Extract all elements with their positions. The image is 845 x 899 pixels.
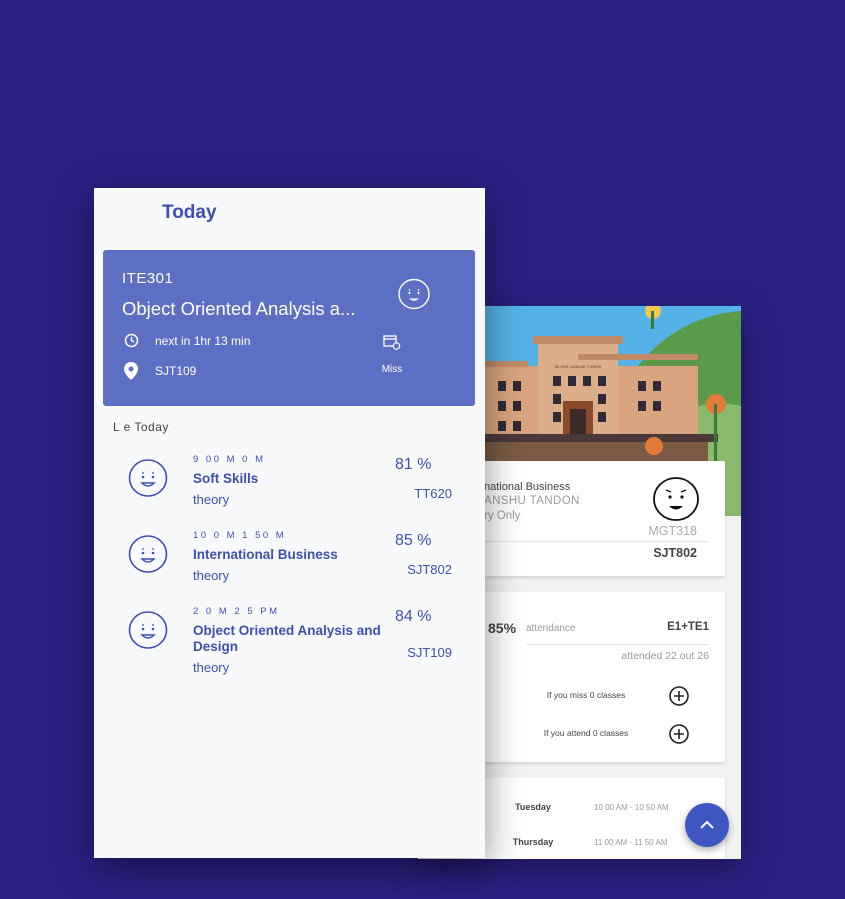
clock-icon: [124, 333, 138, 348]
current-class-card[interactable]: ITE301 Object Oriented Analysis a... nex…: [103, 250, 475, 406]
course-type: ry Only: [484, 510, 521, 522]
class-list-item[interactable]: 10 0 M 1 50 M International Business the…: [94, 530, 485, 600]
slot-label: E1+TE1: [667, 621, 709, 633]
course-faculty: ANSHU TANDON: [484, 495, 580, 507]
course-room: SJT802: [653, 546, 697, 560]
face-icon: [653, 477, 699, 521]
miss-label: Miss: [381, 364, 403, 375]
class-name: Object Oriented Analysis and Design: [193, 623, 381, 654]
location-pin-icon: [124, 362, 138, 380]
divider: [484, 541, 709, 542]
class-room: SJT109: [407, 645, 452, 660]
face-icon: [128, 611, 168, 649]
face-icon: [128, 535, 168, 573]
next-class-row: next in 1hr 13 min: [123, 333, 250, 348]
class-room: TT620: [414, 486, 452, 501]
current-class-name: Object Oriented Analysis a...: [122, 298, 356, 319]
later-today-heading: L e Today: [113, 420, 169, 434]
class-type: theory: [193, 568, 230, 583]
class-type: theory: [193, 492, 230, 507]
scroll-up-button[interactable]: [685, 803, 729, 847]
room-row: SJT109: [123, 362, 196, 380]
class-list-item[interactable]: 9 00 M 0 M Soft Skills theory 81 % TT620: [94, 454, 485, 524]
attend-calculator-text: If you attend 0 classes: [543, 728, 629, 738]
attendance-count: attended 22 out 26: [621, 650, 709, 662]
today-panel: Today ITE301 Object Oriented Analysis a.…: [94, 188, 485, 858]
schedule-time: 10 00 AM - 10 50 AM: [594, 803, 669, 812]
course-title: national Business: [484, 481, 571, 493]
current-class-room: SJT109: [155, 364, 197, 378]
face-icon: [398, 278, 430, 310]
class-time: 10 0 M 1 50 M: [193, 530, 287, 541]
class-time: 9 00 M 0 M: [193, 454, 266, 465]
schedule-time: 11 00 AM - 11 50 AM: [594, 838, 668, 847]
miss-calculator-text: If you miss 0 classes: [546, 690, 626, 700]
chevron-up-icon: [700, 820, 714, 829]
face-icon: [128, 459, 168, 497]
calendar-icon: [383, 335, 401, 350]
next-class-text: next in 1hr 13 min: [155, 333, 251, 348]
plus-circle-icon[interactable]: [668, 685, 690, 707]
schedule-day: Tuesday: [515, 802, 551, 812]
page-title: Today: [162, 202, 217, 223]
miss-button[interactable]: Miss: [371, 332, 413, 375]
class-type: theory: [193, 660, 230, 675]
attendance-label: attendance: [526, 623, 576, 634]
class-attendance: 81 %: [395, 456, 432, 473]
class-name: Soft Skills: [193, 471, 259, 486]
class-attendance: 85 %: [395, 532, 432, 549]
class-list-item[interactable]: 2 0 M 2 5 PM Object Oriented Analysis an…: [94, 606, 485, 676]
plus-circle-icon[interactable]: [668, 723, 690, 745]
divider: [526, 644, 709, 645]
class-time: 2 0 M 2 5 PM: [193, 606, 280, 617]
schedule-day: Thursday: [512, 837, 554, 847]
class-room: SJT802: [407, 562, 452, 577]
course-code: MGT318: [648, 524, 697, 538]
class-name: International Business: [193, 547, 338, 562]
attendance-percent: 85%: [488, 620, 517, 636]
class-attendance: 84 %: [395, 608, 432, 625]
building-sign: SILVER JUBILEE TOWER: [554, 364, 601, 369]
current-class-code: ITE301: [122, 270, 174, 287]
